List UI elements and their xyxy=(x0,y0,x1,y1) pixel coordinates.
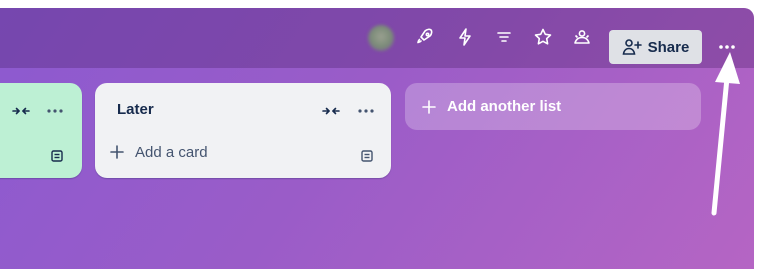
board-canvas: Share Later Add a card Add another list xyxy=(0,8,754,269)
annotation-arrow xyxy=(711,52,740,216)
